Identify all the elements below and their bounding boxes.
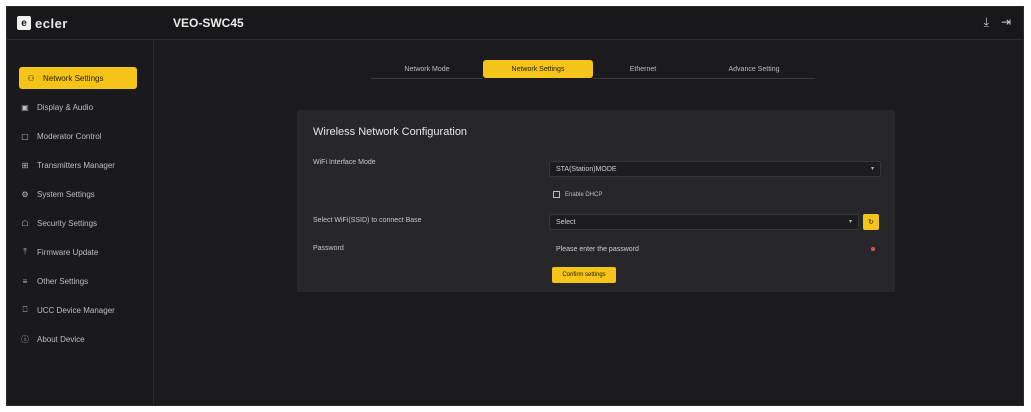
sidebar-item-label: About Device bbox=[37, 334, 85, 344]
lock-icon: ☖ bbox=[21, 218, 29, 228]
sidebar-item-moderator-control[interactable]: ▢ Moderator Control bbox=[19, 125, 137, 147]
dhcp-row: Enable DHCP bbox=[553, 191, 602, 198]
sidebar-item-label: Security Settings bbox=[37, 218, 98, 228]
device-title: VEO-SWC45 bbox=[173, 16, 244, 30]
sidebar-item-label: System Settings bbox=[37, 189, 95, 199]
logo-mark-icon: e bbox=[17, 16, 31, 30]
sidebar-item-system-settings[interactable]: ⚙ System Settings bbox=[19, 183, 137, 205]
refresh-icon: ↻ bbox=[868, 219, 874, 226]
gear-icon: ⚙ bbox=[21, 189, 29, 199]
dhcp-label: Enable DHCP bbox=[565, 191, 603, 198]
brand-logo: e ecler bbox=[17, 14, 68, 32]
network-icon: ⚇ bbox=[27, 73, 35, 83]
transmitter-icon: ⊞ bbox=[21, 160, 29, 170]
sliders-icon: ≡ bbox=[22, 276, 28, 286]
confirm-settings-button[interactable]: Confirm settings bbox=[552, 267, 616, 283]
tab-ethernet[interactable]: Ethernet bbox=[593, 60, 693, 79]
panel-title: Wireless Network Configuration bbox=[313, 126, 468, 138]
password-label: Password bbox=[313, 245, 344, 252]
upload-icon: ⤒ bbox=[23, 247, 27, 256]
app-window: e ecler VEO-SWC45 ⤓ ⇥ ⚇ Network Settings… bbox=[6, 6, 1024, 406]
wifi-mode-select[interactable]: STA(Station)MODE ▾ bbox=[549, 161, 881, 177]
sidebar-item-other-settings[interactable]: ≡ Other Settings bbox=[19, 270, 137, 292]
ssid-label: Select WiFi(SSID) to connect Base bbox=[313, 217, 422, 224]
sidebar-item-display-audio[interactable]: ▣ Display & Audio bbox=[19, 96, 137, 118]
chevron-down-icon: ▾ bbox=[870, 166, 874, 172]
tab-advance-setting[interactable]: Advance Setting bbox=[693, 60, 815, 79]
sidebar-item-firmware-update[interactable]: ⤒ Firmware Update bbox=[19, 241, 137, 263]
sidebar-item-label: Other Settings bbox=[37, 276, 89, 286]
ssid-value: Select bbox=[556, 218, 576, 226]
sidebar-item-security-settings[interactable]: ☖ Security Settings bbox=[19, 212, 137, 234]
chevron-down-icon: ▾ bbox=[848, 219, 852, 225]
password-input[interactable]: Please enter the password bbox=[549, 241, 861, 257]
tab-network-settings[interactable]: Network Settings bbox=[483, 60, 593, 78]
moderator-icon: ▢ bbox=[21, 131, 29, 141]
sidebar-item-label: Firmware Update bbox=[37, 247, 99, 257]
ssid-select[interactable]: Select ▾ bbox=[549, 214, 859, 230]
settings-tabs: Network Mode Network Settings Ethernet A… bbox=[371, 60, 815, 79]
sidebar-item-ucc-device-manager[interactable]: ⎕ UCC Device Manager bbox=[19, 299, 137, 321]
logo-text: ecler bbox=[35, 15, 68, 31]
info-icon: ⓘ bbox=[21, 334, 29, 344]
top-bar: e ecler VEO-SWC45 ⤓ ⇥ bbox=[7, 7, 1023, 40]
wifi-mode-label: WiFi Interface Mode bbox=[313, 159, 376, 166]
logout-icon[interactable]: ⇥ bbox=[1001, 16, 1011, 28]
sidebar-item-label: Display & Audio bbox=[37, 102, 94, 112]
required-indicator-icon bbox=[871, 247, 875, 251]
sidebar-item-label: Network Settings bbox=[43, 73, 104, 83]
sidebar-item-transmitters-manager[interactable]: ⊞ Transmitters Manager bbox=[19, 154, 137, 176]
download-icon[interactable]: ⤓ bbox=[984, 16, 989, 28]
refresh-ssid-button[interactable]: ↻ bbox=[863, 214, 879, 230]
sidebar-item-label: UCC Device Manager bbox=[37, 305, 115, 315]
wifi-mode-value: STA(Station)MODE bbox=[556, 165, 617, 173]
device-icon: ⎕ bbox=[22, 305, 28, 314]
display-icon: ▣ bbox=[21, 102, 29, 112]
sidebar-item-network-settings[interactable]: ⚇ Network Settings bbox=[19, 67, 137, 89]
wireless-config-panel: Wireless Network Configuration WiFi Inte… bbox=[297, 110, 895, 292]
sidebar-item-label: Transmitters Manager bbox=[37, 160, 115, 170]
sidebar: ⚇ Network Settings ▣ Display & Audio ▢ M… bbox=[7, 40, 154, 405]
dhcp-checkbox[interactable] bbox=[553, 191, 560, 198]
tab-network-mode[interactable]: Network Mode bbox=[371, 60, 483, 79]
sidebar-item-about-device[interactable]: ⓘ About Device bbox=[19, 328, 137, 350]
password-placeholder: Please enter the password bbox=[556, 245, 639, 253]
sidebar-item-label: Moderator Control bbox=[37, 131, 102, 141]
top-actions: ⤓ ⇥ bbox=[984, 16, 1011, 28]
